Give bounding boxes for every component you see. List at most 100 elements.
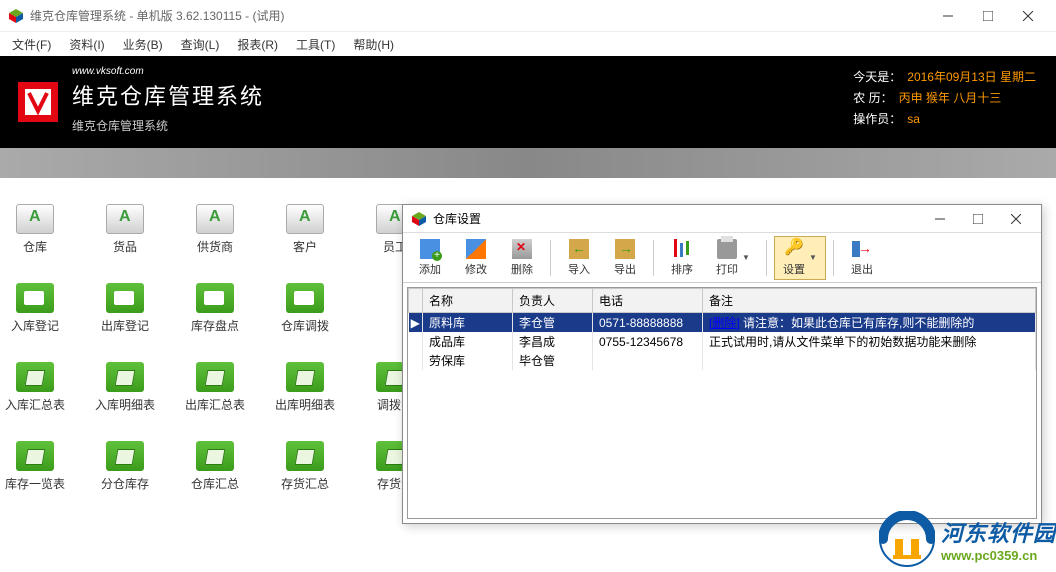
watermark-text-cn: 河东软件园: [941, 516, 1056, 548]
import-button[interactable]: 导入: [558, 236, 600, 280]
menu-file[interactable]: 文件(F): [6, 34, 57, 55]
desktop-item-2-3[interactable]: 出库明细表: [280, 362, 330, 413]
table-row[interactable]: 劳保库毕仓管: [409, 351, 1036, 370]
add-icon: [420, 239, 440, 259]
separator: [766, 240, 767, 276]
edit-button[interactable]: 修改: [455, 236, 497, 280]
table-row[interactable]: ▶原料库李仓管0571-88888888[删除] 请注意：如果此仓库已有库存,则…: [409, 313, 1036, 333]
exit-button[interactable]: 退出: [841, 236, 883, 280]
desktop-item-3-3[interactable]: 存货汇总: [280, 441, 330, 492]
delete-link[interactable]: [删除]: [709, 316, 740, 330]
menu-data[interactable]: 资料(I): [63, 34, 110, 55]
column-header[interactable]: 备注: [703, 289, 1036, 313]
menu-report[interactable]: 报表(R): [231, 34, 284, 55]
dialog-minimize-button[interactable]: [923, 208, 957, 230]
brand-sub: 维克仓库管理系统: [72, 117, 264, 134]
desktop-item-label: 货品: [113, 238, 137, 255]
menu-query[interactable]: 查询(L): [175, 34, 226, 55]
desktop-item-label: 入库登记: [11, 317, 59, 334]
desktop-item-2-0[interactable]: 入库汇总表: [10, 362, 60, 413]
desktop-item-label: 仓库汇总: [191, 475, 239, 492]
desktop-item-0-2[interactable]: 供货商: [190, 204, 240, 255]
column-header[interactable]: 电话: [593, 289, 703, 313]
header-banner: www.vksoft.com 维克仓库管理系统 维克仓库管理系统 今天是：201…: [0, 56, 1056, 148]
desktop-item-2-2[interactable]: 出库汇总表: [190, 362, 240, 413]
close-button[interactable]: [1008, 2, 1048, 30]
minimize-button[interactable]: [928, 2, 968, 30]
menu-help[interactable]: 帮助(H): [347, 34, 400, 55]
desktop-item-0-3[interactable]: 客户: [280, 204, 330, 255]
folder2-icon: [196, 441, 234, 471]
xls-icon: [286, 204, 324, 234]
main-titlebar: 维克仓库管理系统 - 单机版 3.62.130115 - (试用): [0, 0, 1056, 32]
column-header[interactable]: 名称: [423, 289, 513, 313]
dialog-maximize-button[interactable]: [961, 208, 995, 230]
desktop-item-0-0[interactable]: 仓库: [10, 204, 60, 255]
desktop-item-1-1[interactable]: 出库登记: [100, 283, 150, 334]
desktop-item-label: 仓库调拨: [281, 317, 329, 334]
decorative-strip: [0, 148, 1056, 178]
folder2-icon: [286, 362, 324, 392]
maximize-button[interactable]: [968, 2, 1008, 30]
desktop-item-1-0[interactable]: 入库登记: [10, 283, 60, 334]
desktop-item-0-1[interactable]: 货品: [100, 204, 150, 255]
brand-url: www.vksoft.com: [72, 66, 264, 77]
desktop-item-label: 出库明细表: [275, 396, 335, 413]
table-row[interactable]: 成品库李昌成0755-12345678正式试用时,请从文件菜单下的初始数据功能来…: [409, 332, 1036, 351]
desktop-item-label: 客户: [293, 238, 317, 255]
desktop-item-3-0[interactable]: 库存一览表: [10, 441, 60, 492]
column-header[interactable]: [409, 289, 423, 313]
folder2-icon: [196, 362, 234, 392]
desktop-item-1-3[interactable]: 仓库调拨: [280, 283, 330, 334]
desktop-item-label: 入库汇总表: [5, 396, 65, 413]
add-button[interactable]: 添加: [409, 236, 451, 280]
desktop-item-label: 出库登记: [101, 317, 149, 334]
desktop-item-label: 库存盘点: [191, 317, 239, 334]
print-button[interactable]: 打印▼: [707, 236, 759, 280]
xls-icon: [106, 204, 144, 234]
sort-icon: [672, 239, 692, 259]
lunar-value: 丙申 猴年 八月十三: [899, 91, 1002, 105]
desktop-item-label: 存货汇总: [281, 475, 329, 492]
delete-button[interactable]: 删除: [501, 236, 543, 280]
desktop-item-label: 分仓库存: [101, 475, 149, 492]
folder-icon: [196, 283, 234, 313]
watermark-icon: [879, 511, 935, 567]
desktop-item-label: 库存一览表: [5, 475, 65, 492]
xls-icon: [196, 204, 234, 234]
operator-label: 操作员：: [853, 112, 901, 126]
settings-button[interactable]: 设置▼: [774, 236, 826, 280]
import-icon: [569, 239, 589, 259]
lunar-label: 农 历：: [853, 91, 892, 105]
folder2-icon: [106, 362, 144, 392]
brand-name: 维克仓库管理系统: [72, 79, 264, 111]
export-button[interactable]: 导出: [604, 236, 646, 280]
print-icon: [717, 239, 737, 259]
desktop-item-3-2[interactable]: 仓库汇总: [190, 441, 240, 492]
column-header[interactable]: 负责人: [513, 289, 593, 313]
watermark-text-en: www.pc0359.cn: [941, 548, 1056, 563]
dialog-icon: [411, 211, 427, 227]
edit-icon: [466, 239, 486, 259]
desktop-item-1-2[interactable]: 库存盘点: [190, 283, 240, 334]
sort-button[interactable]: 排序: [661, 236, 703, 280]
separator: [833, 240, 834, 276]
operator-value: sa: [907, 112, 920, 126]
menu-business[interactable]: 业务(B): [117, 34, 169, 55]
dialog-close-button[interactable]: [999, 208, 1033, 230]
warehouse-settings-dialog: 仓库设置 添加 修改 删除 导入 导出 排序 打印▼ 设置▼ 退出 名称负责人电…: [402, 204, 1042, 524]
folder-icon: [286, 283, 324, 313]
window-title: 维克仓库管理系统 - 单机版 3.62.130115 - (试用): [30, 7, 928, 24]
separator: [653, 240, 654, 276]
warehouse-table[interactable]: 名称负责人电话备注 ▶原料库李仓管0571-88888888[删除] 请注意：如…: [407, 287, 1037, 519]
settings-icon: [784, 239, 804, 259]
desktop-item-3-1[interactable]: 分仓库存: [100, 441, 150, 492]
xls-icon: [16, 204, 54, 234]
folder-icon: [106, 283, 144, 313]
menu-tools[interactable]: 工具(T): [290, 34, 341, 55]
exit-icon: [852, 239, 872, 259]
desktop-item-2-1[interactable]: 入库明细表: [100, 362, 150, 413]
app-icon: [8, 8, 24, 24]
desktop-item-label: 出库汇总表: [185, 396, 245, 413]
separator: [550, 240, 551, 276]
